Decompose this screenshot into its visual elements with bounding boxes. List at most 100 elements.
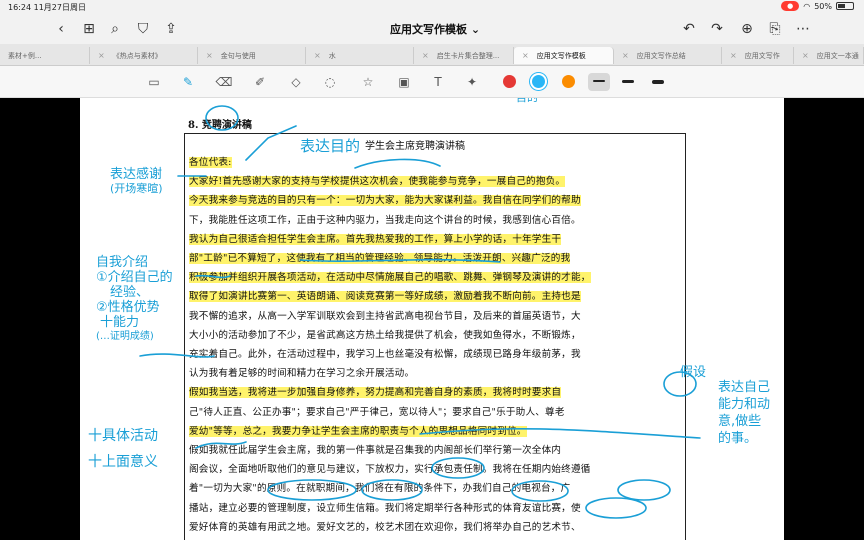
export-icon[interactable]: ⎘ <box>764 18 786 40</box>
speech-line: 己"待人正直、公正办事"；要求自己"严于律己，宽以待人"；要求自己"乐于助人、尊… <box>189 404 565 418</box>
record-indicator-icon: ● <box>781 1 800 11</box>
stroke-thick[interactable] <box>652 80 664 84</box>
document-title[interactable]: 应用文写作模板 ⌄ <box>360 21 510 37</box>
color-orange[interactable] <box>562 75 575 88</box>
speech-line: 着"一切为大家"的原则。在就职期间，我们将在有限的条件下，办我们自己的电视台，广 <box>189 480 570 494</box>
speech-line: 我认为自己很适合担任学生会主席。首先我热爱我的工作，算上小学的话，十年学生干 <box>189 231 562 245</box>
tab-bar: 素材+例... × 《热点与素材》 × 金句与使用 × 水 × 启生卡片集合整理... … <box>0 44 864 66</box>
speech-line: 部"工龄"已不算短了，这使我有了相当的管理经验、领导能力。活泼开朗、兴趣广泛的我 <box>189 250 571 264</box>
close-icon[interactable]: × <box>422 51 429 60</box>
note-hypothesis: 假设 <box>680 365 707 380</box>
line-text: 爱好体育的英雄有用武之地。爱好文艺的，校艺术团在欢迎你，我们将举办自己的艺术节、 <box>189 521 581 533</box>
speech-line: 我不懈的追求，从高一入学军训联欢会到主持省武高电视台节目，及后来的首届英语节，大 <box>189 308 581 322</box>
tab-item[interactable]: × 金句与使用 <box>198 47 306 64</box>
speech-line: 取得了如演讲比赛第一、英语朗诵、阅读竞赛第一等好成绩，激励着我不断向前。主持也是 <box>189 288 581 303</box>
status-bar: 16:24 11月27日周日 ● ◠ 50% <box>0 0 864 14</box>
tab-item[interactable]: 素材+例... <box>0 47 90 64</box>
note-activities: 十具体活动 十上面意义 <box>88 428 158 471</box>
close-icon[interactable]: × <box>522 51 529 60</box>
speech-line: 假如我当选，我将进一步加强自身修养，努力提高和完善自身的素质，我将时时要求自 <box>189 384 562 399</box>
line-text: 充实着自己。此外，在活动过程中，我学习上也丝毫没有松懈，成绩现已路身年级前茅，我 <box>189 349 581 360</box>
close-icon[interactable]: × <box>622 51 629 60</box>
highlighted-text: 大家好!首先感谢大家的支持与学校提供这次机会，使我能参与竞争，一展自己的抱负。 <box>189 176 566 188</box>
line-text: 大小小的活动参加了不少，是省武高这方热土给我提供了机会，使我如鱼得水，不断锻炼， <box>189 329 581 341</box>
tab-item[interactable]: × 启生卡片集合整理... <box>414 47 514 64</box>
text-icon[interactable]: T <box>428 72 448 92</box>
tab-item[interactable]: × 应用文写作总结 <box>614 47 722 64</box>
lasso-icon[interactable]: ◌ <box>320 72 340 92</box>
add-page-icon[interactable]: ⊕ <box>736 18 758 40</box>
image-icon[interactable]: ▣ <box>394 72 414 92</box>
speech-textbox: 学生会主席竞聘演讲稿 各位代表: 大家好!首先感谢大家的支持与学校提供这次机会，… <box>184 133 686 540</box>
speech-line: 播站，建立必要的管理制度，设立师生信箱。我们将定期举行各种形式的体育友谊比赛，使 <box>189 500 581 514</box>
stroke-medium[interactable] <box>622 80 634 83</box>
highlighted-text: 爱幼"等等，总之，我要力争让学生会主席的职责与个人的思想品格同时到位。 <box>189 425 527 437</box>
color-red[interactable] <box>503 75 516 88</box>
line-text: 我不懈的追求，从高一入学军训联欢会到主持省武高电视台节目，及后来的首届英语节，大 <box>189 310 581 322</box>
bookmark-icon[interactable]: ⛉ <box>132 18 154 40</box>
highlighted-text: 我认为自己很适合担任学生会主席。首先我热爱我的工作，算上小学的话，十年学生干 <box>189 233 562 245</box>
eraser-icon[interactable]: ⌫ <box>214 72 234 92</box>
sticker-icon[interactable]: ☆ <box>358 72 378 92</box>
undo-icon[interactable]: ↶ <box>678 18 700 40</box>
speech-line: 认为我有着足够的时间和精力在学习之余开展活动。 <box>189 365 414 379</box>
speech-line: 假如我就任此届学生会主席，我的第一件事就是召集我的内阁部长们举行第一次全体内 <box>189 442 561 456</box>
speech-line: 大家好!首先感谢大家的支持与学校提供这次机会，使我能参与竞争，一展自己的抱负。 <box>189 173 566 188</box>
section-heading: 8. 竞聘演讲稿 <box>188 120 252 131</box>
highlighted-text: 积极参加并组织开展各项活动，在活动中尽情施展自己的唱歌、跳舞、弹钢琴及演讲的才能… <box>189 272 591 284</box>
document-canvas[interactable]: 8. 竞聘演讲稿 学生会主席竞聘演讲稿 各位代表: 大家好!首先感谢大家的支持与… <box>0 98 864 540</box>
battery-icon <box>836 2 854 10</box>
line-text: 阁会议，全面地听取他们的意见与建议，下放权力，实行承包责任制。我将在任期内始终遵… <box>189 464 591 476</box>
tab-item[interactable]: × 水 <box>306 47 414 64</box>
speech-line: 积极参加并组织开展各项活动，在活动中尽情施展自己的唱歌、跳舞、弹钢琴及演讲的才能… <box>189 269 591 284</box>
status-right: ● ◠ 50% <box>781 1 854 11</box>
share-icon[interactable]: ⇪ <box>160 18 182 40</box>
speech-line: 爱好体育的英雄有用武之地。爱好文艺的，校艺术团在欢迎你，我们将举办自己的艺术节、 <box>189 519 581 533</box>
nav-bar: ‹ ⊞ ⌕ ⛉ ⇪ 应用文写作模板 ⌄ ↶ ↷ ⊕ ⎘ ⋯ <box>0 14 864 44</box>
redo-icon[interactable]: ↷ <box>706 18 728 40</box>
close-icon[interactable]: × <box>802 51 809 60</box>
shapes-icon[interactable]: ◇ <box>286 72 306 92</box>
pdf-page[interactable]: 8. 竞聘演讲稿 学生会主席竞聘演讲稿 各位代表: 大家好!首先感谢大家的支持与… <box>80 98 784 540</box>
close-icon[interactable]: × <box>98 51 105 60</box>
speech-line: 爱幼"等等，总之，我要力争让学生会主席的职责与个人的思想品格同时到位。 <box>189 423 527 437</box>
tab-item[interactable]: × 《热点与素材》 <box>90 47 198 64</box>
close-icon[interactable]: × <box>206 51 213 60</box>
speech-line: 下，我能胜任这项工作，正由于这种内驱力，当我走向这个讲台的时候，我感到信心百倍。 <box>189 212 581 226</box>
speech-line: 阁会议，全面地听取他们的意见与建议，下放权力，实行承包责任制。我将在任期内始终遵… <box>189 461 591 475</box>
color-blue-selected[interactable] <box>532 75 545 88</box>
speech-line: 大小小的活动参加了不少，是省武高这方热土给我提供了机会，使我如鱼得水，不断锻炼， <box>189 327 581 341</box>
tab-active[interactable]: × 应用文写作模板 <box>514 47 614 64</box>
tab-item[interactable]: × 应用文一本通 <box>794 47 864 64</box>
stroke-thin[interactable] <box>593 80 605 82</box>
note-top-right: 目的 <box>516 98 538 105</box>
grid-view-icon[interactable]: ⊞ <box>78 18 100 40</box>
wifi-icon: ◠ <box>803 1 811 11</box>
note-ability: 表达自己 能力和动 意,做些 的事。 <box>718 380 771 446</box>
line-text: 下，我能胜任这项工作，正由于这种内驱力，当我走向这个讲台的时候，我感到信心百倍。 <box>189 214 581 226</box>
speech-line: 充实着自己。此外，在活动过程中，我学习上也丝毫没有松懈，成绩现已路身年级前茅，我 <box>189 346 581 360</box>
highlighted-text: 部"工龄"已不算短了，这使我有了相当的管理经验、领导能力。活泼开朗、兴趣广泛的我 <box>189 253 571 264</box>
drawing-toolbar: ▭ ✎ ⌫ ✐ ◇ ◌ ☆ ▣ T ✦ <box>0 66 864 98</box>
highlighted-text: 各位代表: <box>189 157 232 168</box>
sidebar-icon[interactable]: ▭ <box>144 72 164 92</box>
more-icon[interactable]: ⋯ <box>792 18 814 40</box>
tab-item[interactable]: × 应用文写作 <box>722 47 794 64</box>
highlighted-text: 今天我来参与竞选的目的只有一个：一切为大家，能为大家谋利益。我自信在同学们的帮助 <box>189 195 581 207</box>
battery-percent: 50% <box>814 1 832 11</box>
speech-title: 学生会主席竞聘演讲稿 <box>365 141 465 152</box>
title-dropdown-icon: ⌄ <box>470 23 481 36</box>
laser-icon[interactable]: ✦ <box>462 72 482 92</box>
line-text: 认为我有着足够的时间和精力在学习之余开展活动。 <box>189 368 415 380</box>
note-purpose: 表达目的 <box>300 137 361 155</box>
back-chevron-icon[interactable]: ‹ <box>50 18 72 40</box>
search-icon[interactable]: ⌕ <box>104 18 126 40</box>
close-icon[interactable]: × <box>314 51 321 60</box>
line-text: 播站，建立必要的管理制度，设立师生信箱。我们将定期举行各种形式的体育友谊比赛，使 <box>189 502 581 514</box>
speech-line: 今天我来参与竞选的目的只有一个：一切为大家，能为大家谋利益。我自信在同学们的帮助 <box>189 192 581 207</box>
close-icon[interactable]: × <box>730 51 737 60</box>
pen-icon[interactable]: ✎ <box>178 72 198 92</box>
line-text: 着"一切为大家"的原则。在就职期间，我们将在有限的条件下，办我们自己的电视台，广 <box>189 483 571 495</box>
highlighter-icon[interactable]: ✐ <box>250 72 270 92</box>
highlighted-text: 取得了如演讲比赛第一、英语朗诵、阅读竞赛第一等好成绩，激励着我不断向前。主持也是 <box>189 291 581 303</box>
